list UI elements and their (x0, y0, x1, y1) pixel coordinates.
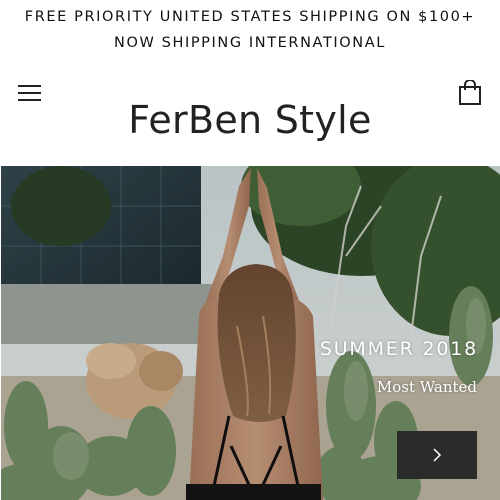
site-logo[interactable]: FerBen Style (0, 98, 500, 142)
hero-slideshow: SUMMER 2018 Most Wanted (1, 166, 500, 500)
hero-subtitle[interactable]: Most Wanted (377, 378, 477, 396)
chevron-right-icon (433, 448, 442, 462)
announcement-line-2: NOW SHIPPING INTERNATIONAL (114, 35, 386, 51)
next-slide-button[interactable] (397, 431, 477, 479)
announcement-bar: FREE PRIORITY UNITED STATES SHIPPING ON … (0, 0, 500, 64)
announcement-line-1: FREE PRIORITY UNITED STATES SHIPPING ON … (24, 9, 476, 25)
hero-title: SUMMER 2018 (319, 338, 478, 360)
